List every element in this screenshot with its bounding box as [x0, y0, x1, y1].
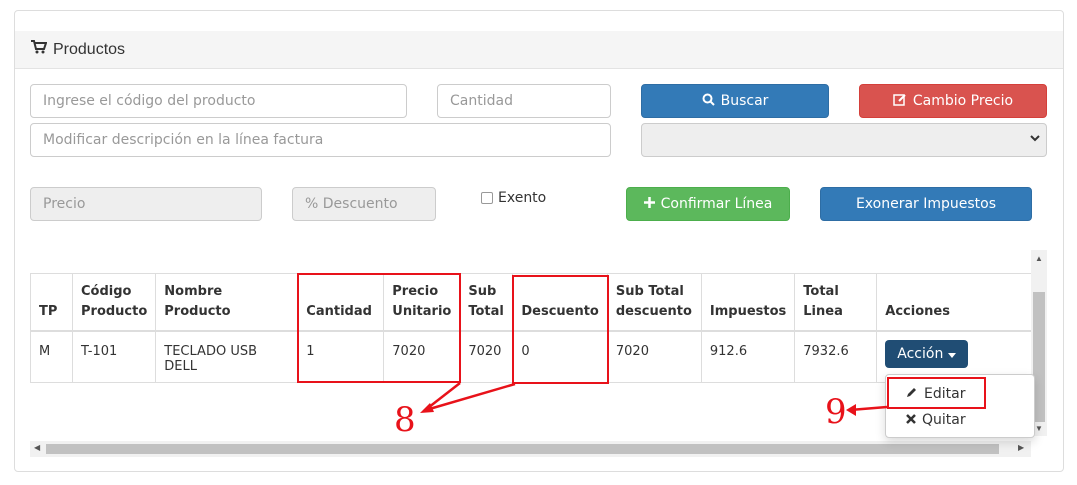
close-icon: [906, 412, 916, 428]
cell-tp: M: [30, 330, 73, 383]
cart-icon: [31, 40, 48, 59]
cell-taxes: 912.6: [700, 330, 796, 383]
cell-subtotal-discount: 7020: [606, 330, 702, 383]
callout-8: 8: [394, 400, 416, 440]
cell-subtotal: 7020: [459, 330, 514, 383]
cell-name: TECLADO USB DELL: [155, 330, 299, 383]
col-header-code: Código Producto: [71, 273, 157, 332]
col-header-tp: TP: [30, 273, 73, 332]
exento-checkbox[interactable]: [481, 192, 493, 204]
edit-icon: [893, 93, 907, 110]
scroll-down-arrow-icon[interactable]: ▼: [1035, 424, 1043, 433]
highlight-edit-box: [887, 377, 986, 409]
action-button-label: Acción: [897, 346, 944, 362]
chevron-down-icon: [1030, 132, 1040, 146]
search-button-label: Buscar: [720, 93, 769, 109]
quantity-input[interactable]: Cantidad: [437, 84, 611, 118]
product-code-input[interactable]: Ingrese el código del producto: [30, 84, 407, 118]
plus-icon: [643, 196, 655, 212]
action-dropdown-button[interactable]: Acción: [885, 340, 969, 368]
panel-title-text: Productos: [53, 40, 126, 58]
scroll-right-arrow-icon[interactable]: ▶: [1018, 443, 1024, 452]
change-price-button[interactable]: Cambio Precio: [859, 84, 1047, 118]
exento-checkbox-group[interactable]: Exento: [481, 190, 546, 206]
col-header-subtotal-discount: Sub Total descuento: [606, 273, 702, 332]
highlight-discount-box: [512, 275, 609, 384]
exonerate-label: Exonerar Impuestos: [855, 196, 997, 212]
confirm-line-button[interactable]: Confirmar Línea: [626, 187, 790, 221]
confirm-line-label: Confirmar Línea: [660, 196, 773, 212]
scroll-up-arrow-icon[interactable]: ▲: [1035, 254, 1043, 263]
horizontal-scroll-thumb[interactable]: [46, 444, 999, 454]
col-header-subtotal: Sub Total: [459, 273, 514, 332]
caret-down-icon: [948, 346, 957, 362]
menu-item-remove[interactable]: Quitar: [906, 412, 966, 428]
change-price-label: Cambio Precio: [912, 93, 1014, 109]
cell-code: T-101: [71, 330, 157, 383]
search-button[interactable]: Buscar: [641, 84, 829, 118]
callout-9: 9: [825, 392, 847, 432]
menu-item-remove-label: Quitar: [922, 412, 966, 428]
panel-heading: Productos: [15, 31, 1063, 69]
col-header-taxes: Impuestos: [700, 273, 796, 332]
exonerate-taxes-button[interactable]: Exonerar Impuestos: [820, 187, 1032, 221]
search-icon: [702, 93, 715, 110]
option-select[interactable]: [641, 123, 1047, 157]
exento-label: Exento: [498, 190, 547, 206]
scroll-left-arrow-icon[interactable]: ◀: [34, 443, 40, 452]
col-header-name: Nombre Producto: [155, 273, 299, 332]
highlight-quantity-price-box: [297, 273, 461, 383]
price-input[interactable]: Precio: [30, 187, 262, 221]
cell-total: 7932.6: [794, 330, 878, 383]
horizontal-scrollbar[interactable]: ◀ ▶: [30, 441, 1031, 457]
col-header-total: Total Linea: [794, 273, 878, 332]
description-input[interactable]: Modificar descripción en la línea factur…: [30, 123, 611, 157]
discount-input[interactable]: % Descuento: [292, 187, 436, 221]
col-header-actions: Acciones: [876, 273, 1033, 332]
panel-title: Productos: [31, 40, 125, 59]
